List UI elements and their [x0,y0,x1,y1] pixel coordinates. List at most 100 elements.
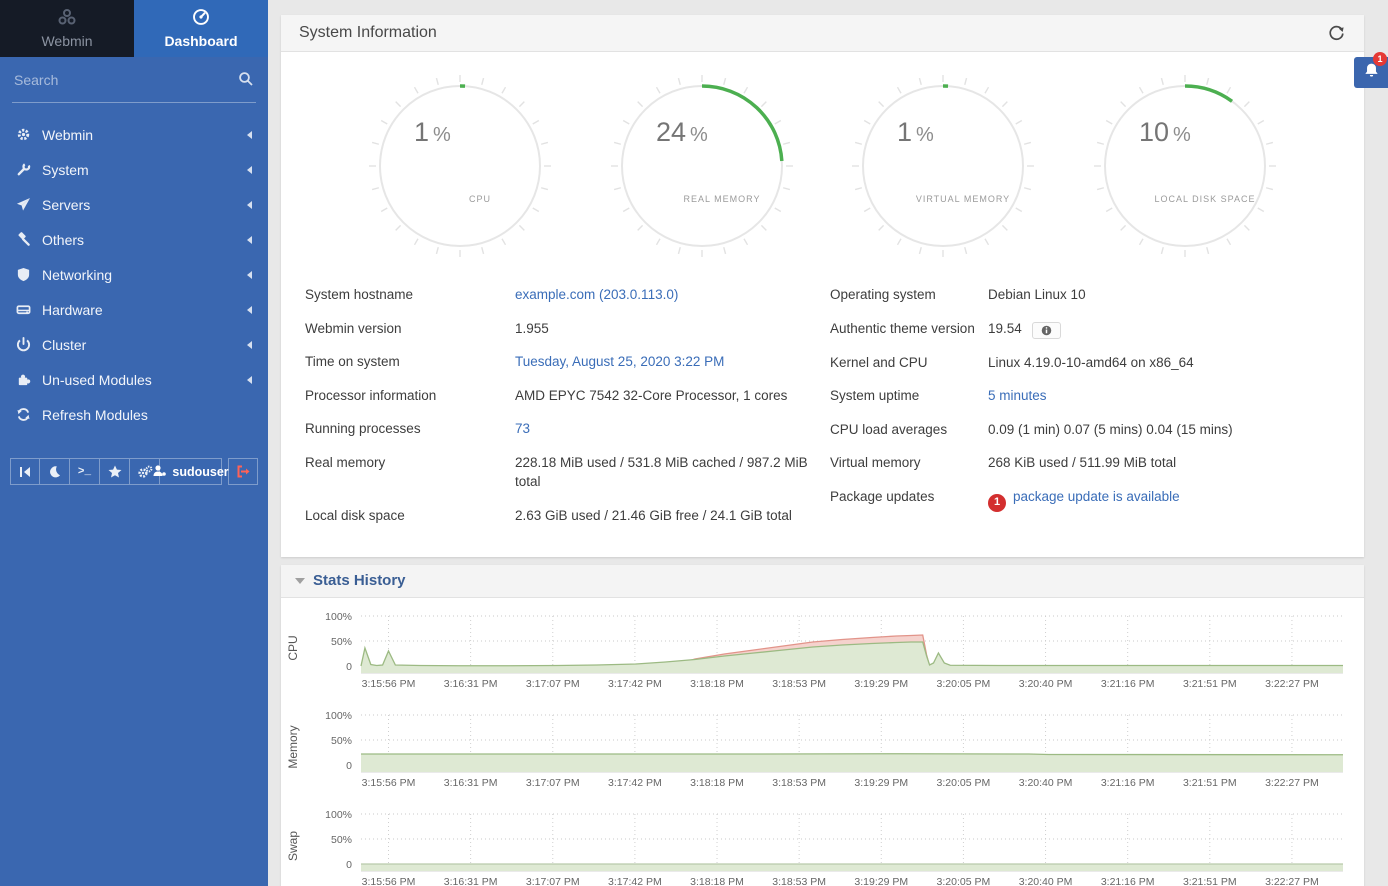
sidebar-item-others[interactable]: Others [0,222,268,257]
user-account-button[interactable]: sudouser [160,458,222,485]
stats-history-header: Stats History [281,565,1364,598]
hdd-icon [16,302,42,317]
info-row: Local disk space2.63 GiB used / 21.46 Gi… [305,499,808,533]
search-icon[interactable] [238,71,254,92]
info-row: Processor informationAMD EPYC 7542 32-Co… [305,379,808,413]
sidebar-item-hardware[interactable]: Hardware [0,292,268,327]
shield-icon [16,267,42,282]
svg-text:0: 0 [346,661,352,673]
stats-history-card: Stats History CPU100%50%03:15:56 PM3:16:… [281,565,1364,886]
sidebar-item-networking[interactable]: Networking [0,257,268,292]
terminal-button[interactable]: >_ [70,458,100,485]
refresh-icon [16,407,42,422]
theme-info-button[interactable] [1032,322,1061,339]
svg-text:100%: 100% [325,809,352,821]
svg-text:3:21:16 PM: 3:21:16 PM [1101,876,1155,886]
sidebar-item-system[interactable]: System [0,152,268,187]
refresh-page-icon[interactable] [1327,24,1346,43]
info-row: System hostnameexample.com (203.0.113.0) [305,278,808,312]
info-row: System uptime5 minutes [830,379,1344,413]
sidebar-item-servers[interactable]: Servers [0,187,268,222]
svg-text:10%: 10% [1139,117,1191,147]
favorites-star-button[interactable] [100,458,130,485]
gear-icon [16,127,42,142]
stats-charts: CPU100%50%03:15:56 PM3:16:31 PM3:17:07 P… [281,598,1364,886]
username-label: sudouser [172,465,228,479]
info-value: 0.09 (1 min) 0.07 (5 mins) 0.04 (15 mins… [988,420,1344,440]
info-row: Running processes73 [305,412,808,446]
info-label: Running processes [305,419,515,439]
webmin-logo-icon [57,8,77,29]
power-icon [16,337,42,352]
info-value-link[interactable]: 73 [515,421,530,436]
collapse-chevron-icon[interactable] [295,578,305,584]
paper-plane-icon [16,197,42,212]
svg-text:50%: 50% [331,834,352,846]
chevron-left-icon [247,306,252,314]
svg-text:3:18:18 PM: 3:18:18 PM [690,876,744,886]
info-value-link[interactable]: 5 minutes [988,388,1047,403]
gavel-icon [16,232,42,247]
info-label: Webmin version [305,319,515,339]
svg-text:3:19:29 PM: 3:19:29 PM [854,876,908,886]
info-value-link[interactable]: Tuesday, August 25, 2020 3:22 PM [515,354,724,369]
sidebar-item-webmin[interactable]: Webmin [0,117,268,152]
svg-text:3:15:56 PM: 3:15:56 PM [362,678,416,690]
svg-text:3:19:29 PM: 3:19:29 PM [854,777,908,789]
gauge-virtual-memory: 1%VIRTUAL MEMORY [846,70,1040,262]
night-mode-button[interactable] [40,458,70,485]
tab-dashboard[interactable]: Dashboard [134,0,268,57]
svg-text:CPU: CPU [469,194,491,204]
sidebar-item-cluster[interactable]: Cluster [0,327,268,362]
svg-text:3:15:56 PM: 3:15:56 PM [362,777,416,789]
sidebar-item-label: Refresh Modules [42,407,252,423]
chevron-left-icon [247,341,252,349]
svg-text:3:19:29 PM: 3:19:29 PM [854,678,908,690]
svg-text:3:22:27 PM: 3:22:27 PM [1265,876,1319,886]
sidebar-menu: WebminSystem Servers Others NetworkingHardw… [0,117,268,432]
svg-text:3:18:53 PM: 3:18:53 PM [772,876,826,886]
info-label: Real memory [305,453,515,492]
info-row: Virtual memory268 KiB used / 511.99 MiB … [830,446,1344,480]
notification-bell-button[interactable]: 1 [1354,57,1388,88]
webmin-dashboard: Webmin Dashboard WebminSystemServersOthe… [0,0,1388,886]
info-row: Webmin version1.955 [305,312,808,346]
svg-text:3:21:16 PM: 3:21:16 PM [1101,678,1155,690]
gauge-cpu: 1% CPU [363,70,557,262]
svg-text:3:21:51 PM: 3:21:51 PM [1183,777,1237,789]
dashboard-gauge-icon [192,8,210,29]
info-row: Operating systemDebian Linux 10 [830,278,1344,312]
search-input[interactable] [12,68,256,92]
info-value-link[interactable]: example.com (203.0.113.0) [515,287,678,302]
svg-text:1%: 1% [414,117,451,147]
gauge-local-disk-space: 10%LOCAL DISK SPACE [1088,70,1282,262]
sidebar-item-un-used-modules[interactable]: Un-used Modules [0,362,268,397]
sidebar-item-label: Servers [42,197,247,213]
svg-text:3:20:05 PM: 3:20:05 PM [937,678,991,690]
svg-text:3:16:31 PM: 3:16:31 PM [444,876,498,886]
chart-cpu: CPU100%50%03:15:56 PM3:16:31 PM3:17:07 P… [283,608,1362,703]
logout-button[interactable] [228,458,258,485]
collapse-sidebar-button[interactable] [10,458,40,485]
svg-text:3:17:07 PM: 3:17:07 PM [526,876,580,886]
chevron-left-icon [247,236,252,244]
sidebar-item-refresh-modules[interactable]: Refresh Modules [0,397,268,432]
tab-webmin[interactable]: Webmin [0,0,134,57]
package-count-badge: 1 [988,494,1006,512]
svg-text:3:20:05 PM: 3:20:05 PM [937,876,991,886]
system-information-header: System Information [281,15,1364,52]
info-label: Local disk space [305,506,515,526]
stats-history-title[interactable]: Stats History [313,572,406,589]
svg-text:3:22:27 PM: 3:22:27 PM [1265,777,1319,789]
tab-dashboard-label: Dashboard [164,33,237,49]
svg-text:3:17:42 PM: 3:17:42 PM [608,876,662,886]
sidebar-item-label: Others [42,232,247,248]
info-value-link[interactable]: package update is available [1013,489,1180,504]
svg-text:3:20:05 PM: 3:20:05 PM [937,777,991,789]
svg-text:3:18:18 PM: 3:18:18 PM [690,777,744,789]
info-label: Kernel and CPU [830,353,988,373]
info-label: Processor information [305,386,515,406]
info-value: Debian Linux 10 [988,285,1344,305]
svg-text:50%: 50% [331,735,352,747]
puzzle-icon [16,372,42,387]
